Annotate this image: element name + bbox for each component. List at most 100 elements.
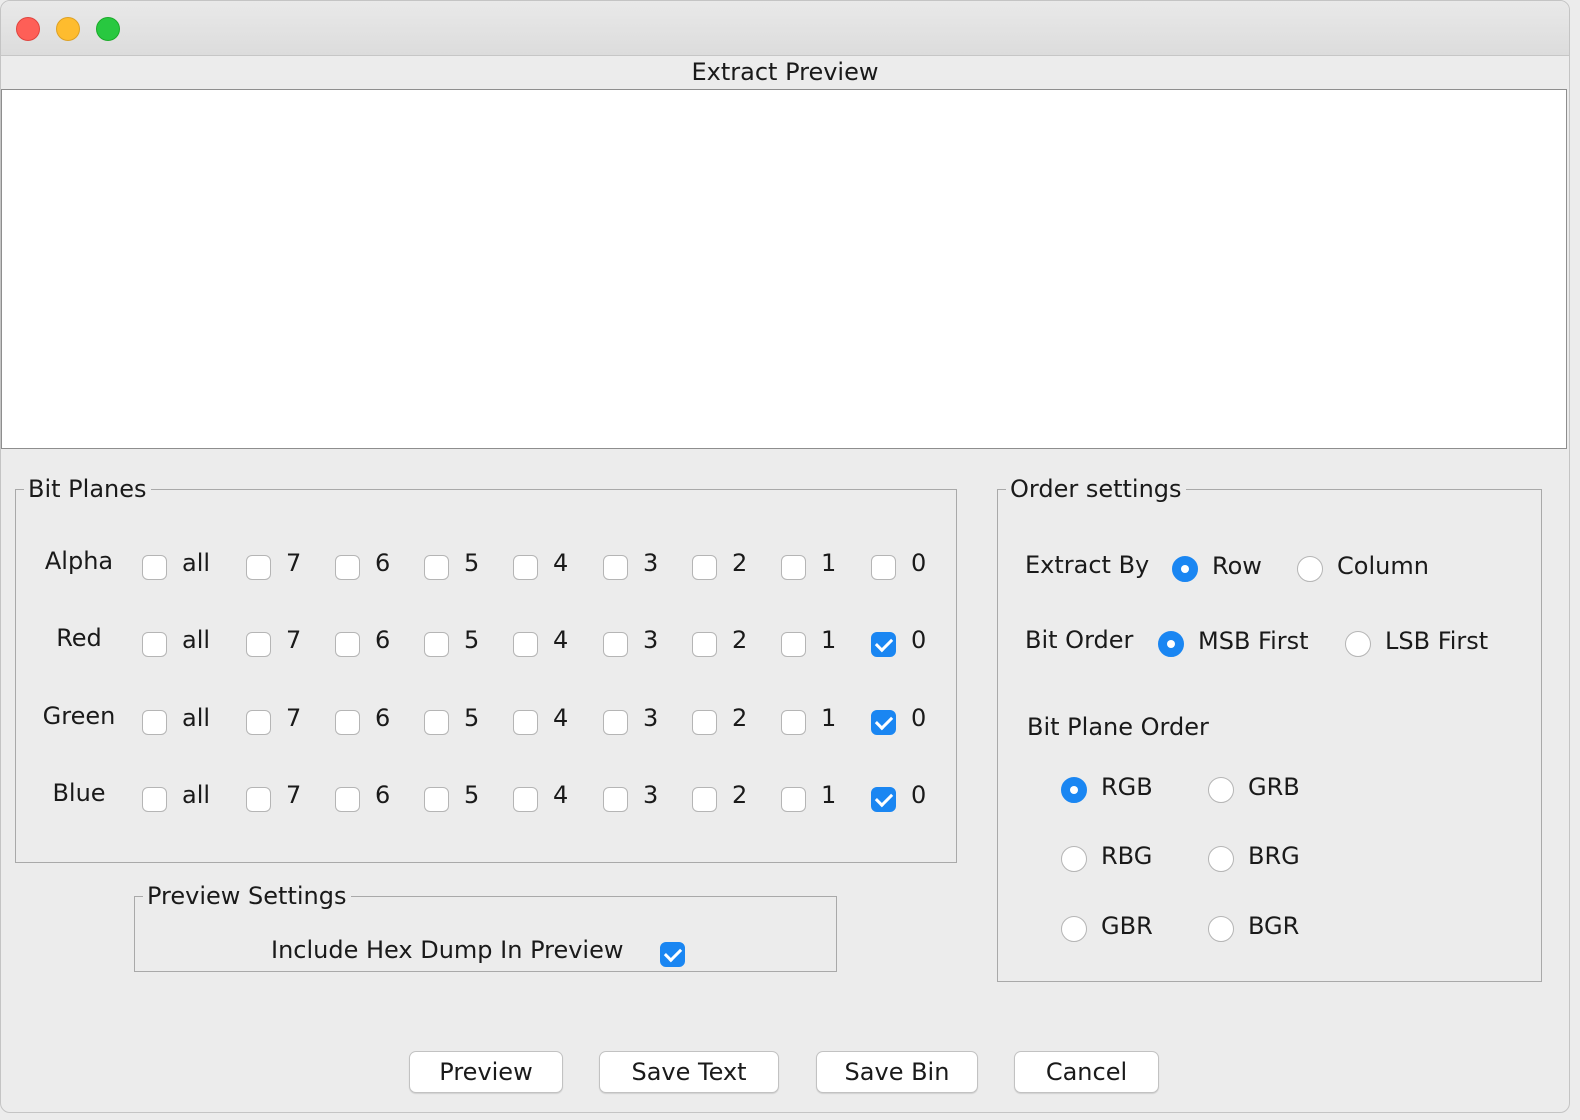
bit-plane-order-brg-radio[interactable] (1208, 846, 1234, 872)
red-bit-7-label: 7 (286, 626, 302, 654)
blue-bit-all-label: all (182, 781, 211, 809)
bit-plane-order-gbr-label: GBR (1101, 912, 1153, 940)
green-bit-3-checkbox[interactable] (603, 710, 628, 735)
preview-settings-legend: Preview Settings (147, 882, 347, 910)
red-bit-all-label: all (182, 626, 211, 654)
red-bit-all-checkbox[interactable] (142, 632, 167, 657)
msb-first-radio[interactable] (1158, 631, 1184, 657)
close-window-button[interactable] (16, 17, 40, 41)
green-bit-0-checkbox[interactable] (871, 710, 896, 735)
bit-plane-order-rgb-label: RGB (1101, 773, 1153, 801)
blue-bit-5-checkbox[interactable] (424, 787, 449, 812)
red-bit-4-label: 4 (553, 626, 569, 654)
alpha-bit-3-label: 3 (643, 549, 659, 577)
bit-plane-order-gbr-radio[interactable] (1061, 916, 1087, 942)
alpha-bit-0-checkbox[interactable] (871, 555, 896, 580)
blue-bit-4-checkbox[interactable] (513, 787, 538, 812)
green-bit-6-checkbox[interactable] (335, 710, 360, 735)
red-bit-1-checkbox[interactable] (781, 632, 806, 657)
green-bit-7-label: 7 (286, 704, 302, 732)
bit-plane-order-grb-label: GRB (1248, 773, 1300, 801)
bit-plane-order-bgr-label: BGR (1248, 912, 1300, 940)
minimize-window-button[interactable] (56, 17, 80, 41)
save-text-button[interactable]: Save Text (599, 1051, 779, 1093)
hex-dump-checkbox[interactable] (660, 942, 685, 967)
bit-planes-panel: Bit Planes Alpha all 7 6 5 4 3 2 1 0 Red all 7 6 5 4 3 2 1… (15, 475, 957, 863)
green-bit-3-label: 3 (643, 704, 659, 732)
green-bit-4-checkbox[interactable] (513, 710, 538, 735)
red-bit-5-checkbox[interactable] (424, 632, 449, 657)
cancel-button[interactable]: Cancel (1014, 1051, 1159, 1093)
blue-bit-all-checkbox[interactable] (142, 787, 167, 812)
alpha-bit-1-checkbox[interactable] (781, 555, 806, 580)
green-bit-2-label: 2 (732, 704, 748, 732)
bit-order-label: Bit Order (1025, 626, 1134, 654)
green-bit-2-checkbox[interactable] (692, 710, 717, 735)
red-bit-6-label: 6 (375, 626, 391, 654)
extract-preview-text-area[interactable] (1, 89, 1567, 449)
alpha-bit-5-checkbox[interactable] (424, 555, 449, 580)
order-settings-panel: Order settings Extract By Row Column Bit… (997, 475, 1542, 982)
extract-by-row-label: Row (1212, 552, 1262, 580)
alpha-bit-2-label: 2 (732, 549, 748, 577)
blue-bit-3-checkbox[interactable] (603, 787, 628, 812)
bit-plane-order-label: Bit Plane Order (1027, 713, 1209, 741)
bit-plane-order-bgr-radio[interactable] (1208, 916, 1234, 942)
title-bar (1, 1, 1569, 56)
blue-bit-6-label: 6 (375, 781, 391, 809)
lsb-first-label: LSB First (1385, 627, 1489, 655)
green-bit-1-label: 1 (821, 704, 837, 732)
order-settings-legend: Order settings (1010, 475, 1182, 503)
extract-by-row-radio[interactable] (1172, 556, 1198, 582)
green-bit-6-label: 6 (375, 704, 391, 732)
green-bit-4-label: 4 (553, 704, 569, 732)
red-bit-3-label: 3 (643, 626, 659, 654)
alpha-bit-2-checkbox[interactable] (692, 555, 717, 580)
alpha-bit-5-label: 5 (464, 549, 480, 577)
zoom-window-button[interactable] (96, 17, 120, 41)
bit-plane-order-rbg-radio[interactable] (1061, 846, 1087, 872)
red-bit-0-label: 0 (911, 626, 927, 654)
blue-bit-0-label: 0 (911, 781, 927, 809)
alpha-bit-all-checkbox[interactable] (142, 555, 167, 580)
bit-plane-order-grb-radio[interactable] (1208, 777, 1234, 803)
green-bit-1-checkbox[interactable] (781, 710, 806, 735)
green-bit-5-label: 5 (464, 704, 480, 732)
bit-plane-order-rgb-radio[interactable] (1061, 777, 1087, 803)
save-bin-button[interactable]: Save Bin (816, 1051, 978, 1093)
alpha-bit-3-checkbox[interactable] (603, 555, 628, 580)
blue-bit-5-label: 5 (464, 781, 480, 809)
hex-dump-label: Include Hex Dump In Preview (271, 936, 624, 964)
alpha-bit-all-label: all (182, 549, 211, 577)
blue-bit-1-checkbox[interactable] (781, 787, 806, 812)
alpha-bit-4-checkbox[interactable] (513, 555, 538, 580)
alpha-bit-7-label: 7 (286, 549, 302, 577)
blue-bit-6-checkbox[interactable] (335, 787, 360, 812)
red-bit-2-checkbox[interactable] (692, 632, 717, 657)
alpha-bit-7-checkbox[interactable] (246, 555, 271, 580)
alpha-bit-1-label: 1 (821, 549, 837, 577)
bit-planes-legend: Bit Planes (28, 475, 147, 503)
green-bit-7-checkbox[interactable] (246, 710, 271, 735)
extract-by-column-label: Column (1337, 552, 1429, 580)
lsb-first-radio[interactable] (1345, 631, 1371, 657)
red-bit-3-checkbox[interactable] (603, 632, 628, 657)
bit-plane-row-label-red: Red (56, 624, 102, 652)
green-bit-0-label: 0 (911, 704, 927, 732)
alpha-bit-6-label: 6 (375, 549, 391, 577)
red-bit-6-checkbox[interactable] (335, 632, 360, 657)
blue-bit-4-label: 4 (553, 781, 569, 809)
red-bit-7-checkbox[interactable] (246, 632, 271, 657)
extract-by-column-radio[interactable] (1297, 556, 1323, 582)
green-bit-all-checkbox[interactable] (142, 710, 167, 735)
red-bit-4-checkbox[interactable] (513, 632, 538, 657)
red-bit-1-label: 1 (821, 626, 837, 654)
alpha-bit-6-checkbox[interactable] (335, 555, 360, 580)
preview-button[interactable]: Preview (409, 1051, 563, 1093)
green-bit-5-checkbox[interactable] (424, 710, 449, 735)
red-bit-0-checkbox[interactable] (871, 632, 896, 657)
blue-bit-7-checkbox[interactable] (246, 787, 271, 812)
blue-bit-2-checkbox[interactable] (692, 787, 717, 812)
extract-preview-window: Extract Preview Bit Planes Alpha all 7 6 5 4 3… (0, 0, 1570, 1113)
blue-bit-0-checkbox[interactable] (871, 787, 896, 812)
